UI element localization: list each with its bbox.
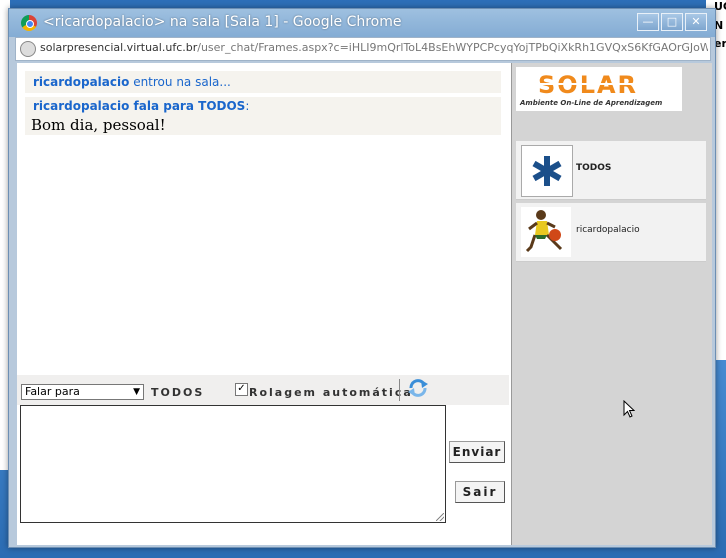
minimize-button[interactable]: — xyxy=(637,13,659,31)
logo-title: SOLAR xyxy=(538,71,639,99)
address-bar[interactable]: solarpresencial.virtual.ufc.br/user_chat… xyxy=(15,37,711,61)
join-message-text: entrou na sala... xyxy=(129,75,231,89)
toolbar-divider xyxy=(399,379,400,401)
resize-grip-icon[interactable] xyxy=(436,513,444,521)
logo-subtitle: Ambiente On-Line de Aprendizagem xyxy=(520,99,663,107)
url-path: /user_chat/Frames.aspx?c=iHLI9mQrlToL4Bs… xyxy=(197,41,708,54)
autoscroll-checkbox[interactable]: ✓ xyxy=(235,383,248,396)
solar-logo: SOLAR Ambiente On-Line de Aprendizagem xyxy=(516,67,682,111)
user-name: TODOS xyxy=(576,163,612,173)
message-header-colon: : xyxy=(245,99,250,113)
message-header: ricardopalacio fala para TODOS: xyxy=(33,99,249,113)
join-message: ricardopalacio entrou na sala... xyxy=(33,75,231,89)
join-message-user: ricardopalacio xyxy=(33,75,130,89)
chevron-down-icon: ▼ xyxy=(133,387,140,397)
title-bar[interactable]: <ricardopalacio> na sala [Sala 1] - Goog… xyxy=(9,9,715,37)
asterisk-icon xyxy=(521,145,573,197)
message-separator xyxy=(25,93,501,97)
user-item-ricardopalacio[interactable]: ricardopalacio xyxy=(516,203,706,262)
globe-icon xyxy=(20,41,36,57)
user-name: ricardopalacio xyxy=(576,225,640,235)
message-header-text: ricardopalacio fala para TODOS xyxy=(33,99,246,113)
url-text[interactable]: solarpresencial.virtual.ufc.br/user_chat… xyxy=(40,41,708,54)
chrome-logo-icon xyxy=(21,15,37,31)
maximize-button[interactable]: □ xyxy=(661,13,683,31)
user-item-todos[interactable]: TODOS xyxy=(516,141,706,200)
user-sidebar: SOLAR Ambiente On-Line de Aprendizagem T… xyxy=(511,63,712,545)
avatar-icon xyxy=(521,207,571,257)
message-input[interactable] xyxy=(20,405,446,523)
autoscroll-label: Rolagem automática xyxy=(249,386,413,399)
url-domain: solarpresencial.virtual.ufc.br xyxy=(40,41,198,54)
window-title: <ricardopalacio> na sala [Sala 1] - Goog… xyxy=(43,14,402,30)
chat-pane: ricardopalacio entrou na sala... ricardo… xyxy=(17,63,509,545)
exit-button[interactable]: Sair xyxy=(455,481,505,503)
refresh-icon[interactable] xyxy=(407,378,429,398)
mouse-cursor-icon xyxy=(623,400,635,418)
close-button[interactable]: ✕ xyxy=(685,13,707,31)
chrome-window: <ricardopalacio> na sala [Sala 1] - Goog… xyxy=(8,8,716,548)
chat-toolbar: Falar para ▼ TODOS ✓ Rolagem automática xyxy=(17,375,509,405)
target-label: TODOS xyxy=(151,386,205,399)
message-list: ricardopalacio entrou na sala... ricardo… xyxy=(25,71,501,135)
speak-to-select[interactable]: Falar para ▼ xyxy=(21,384,144,400)
page-content: ricardopalacio entrou na sala... ricardo… xyxy=(17,63,712,545)
message-body: Bom dia, pessoal! xyxy=(31,116,166,134)
speak-to-select-value: Falar para xyxy=(25,385,80,398)
send-button[interactable]: Enviar xyxy=(449,441,505,463)
